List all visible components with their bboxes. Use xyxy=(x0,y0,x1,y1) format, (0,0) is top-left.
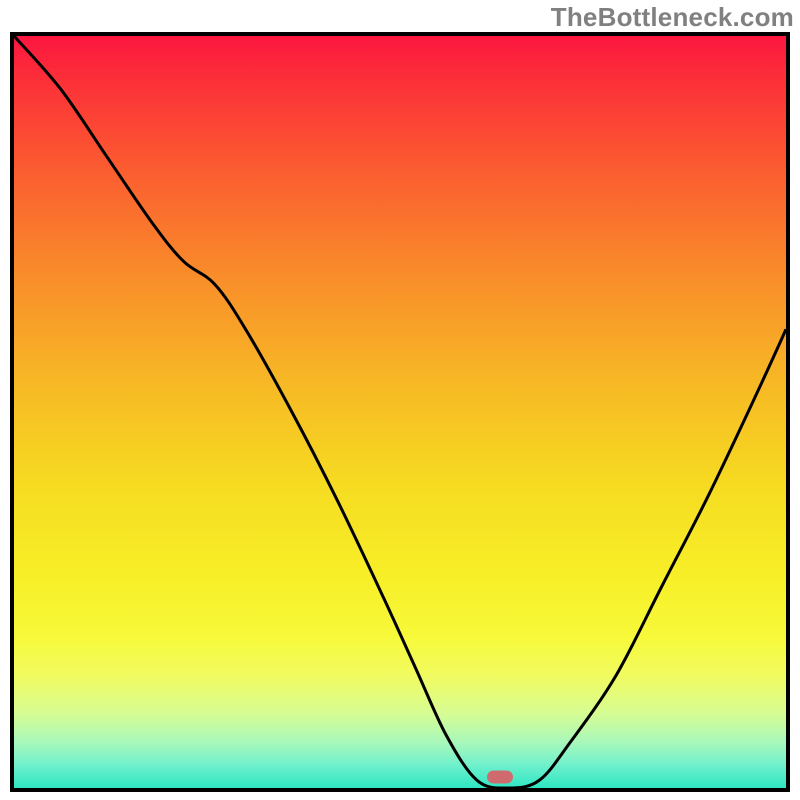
optimal-marker xyxy=(487,770,513,783)
chart-stage: TheBottleneck.com xyxy=(0,0,800,800)
curve-path xyxy=(14,36,786,788)
plot-area xyxy=(10,32,790,792)
watermark-text: TheBottleneck.com xyxy=(551,2,794,33)
bottleneck-curve xyxy=(14,36,786,788)
